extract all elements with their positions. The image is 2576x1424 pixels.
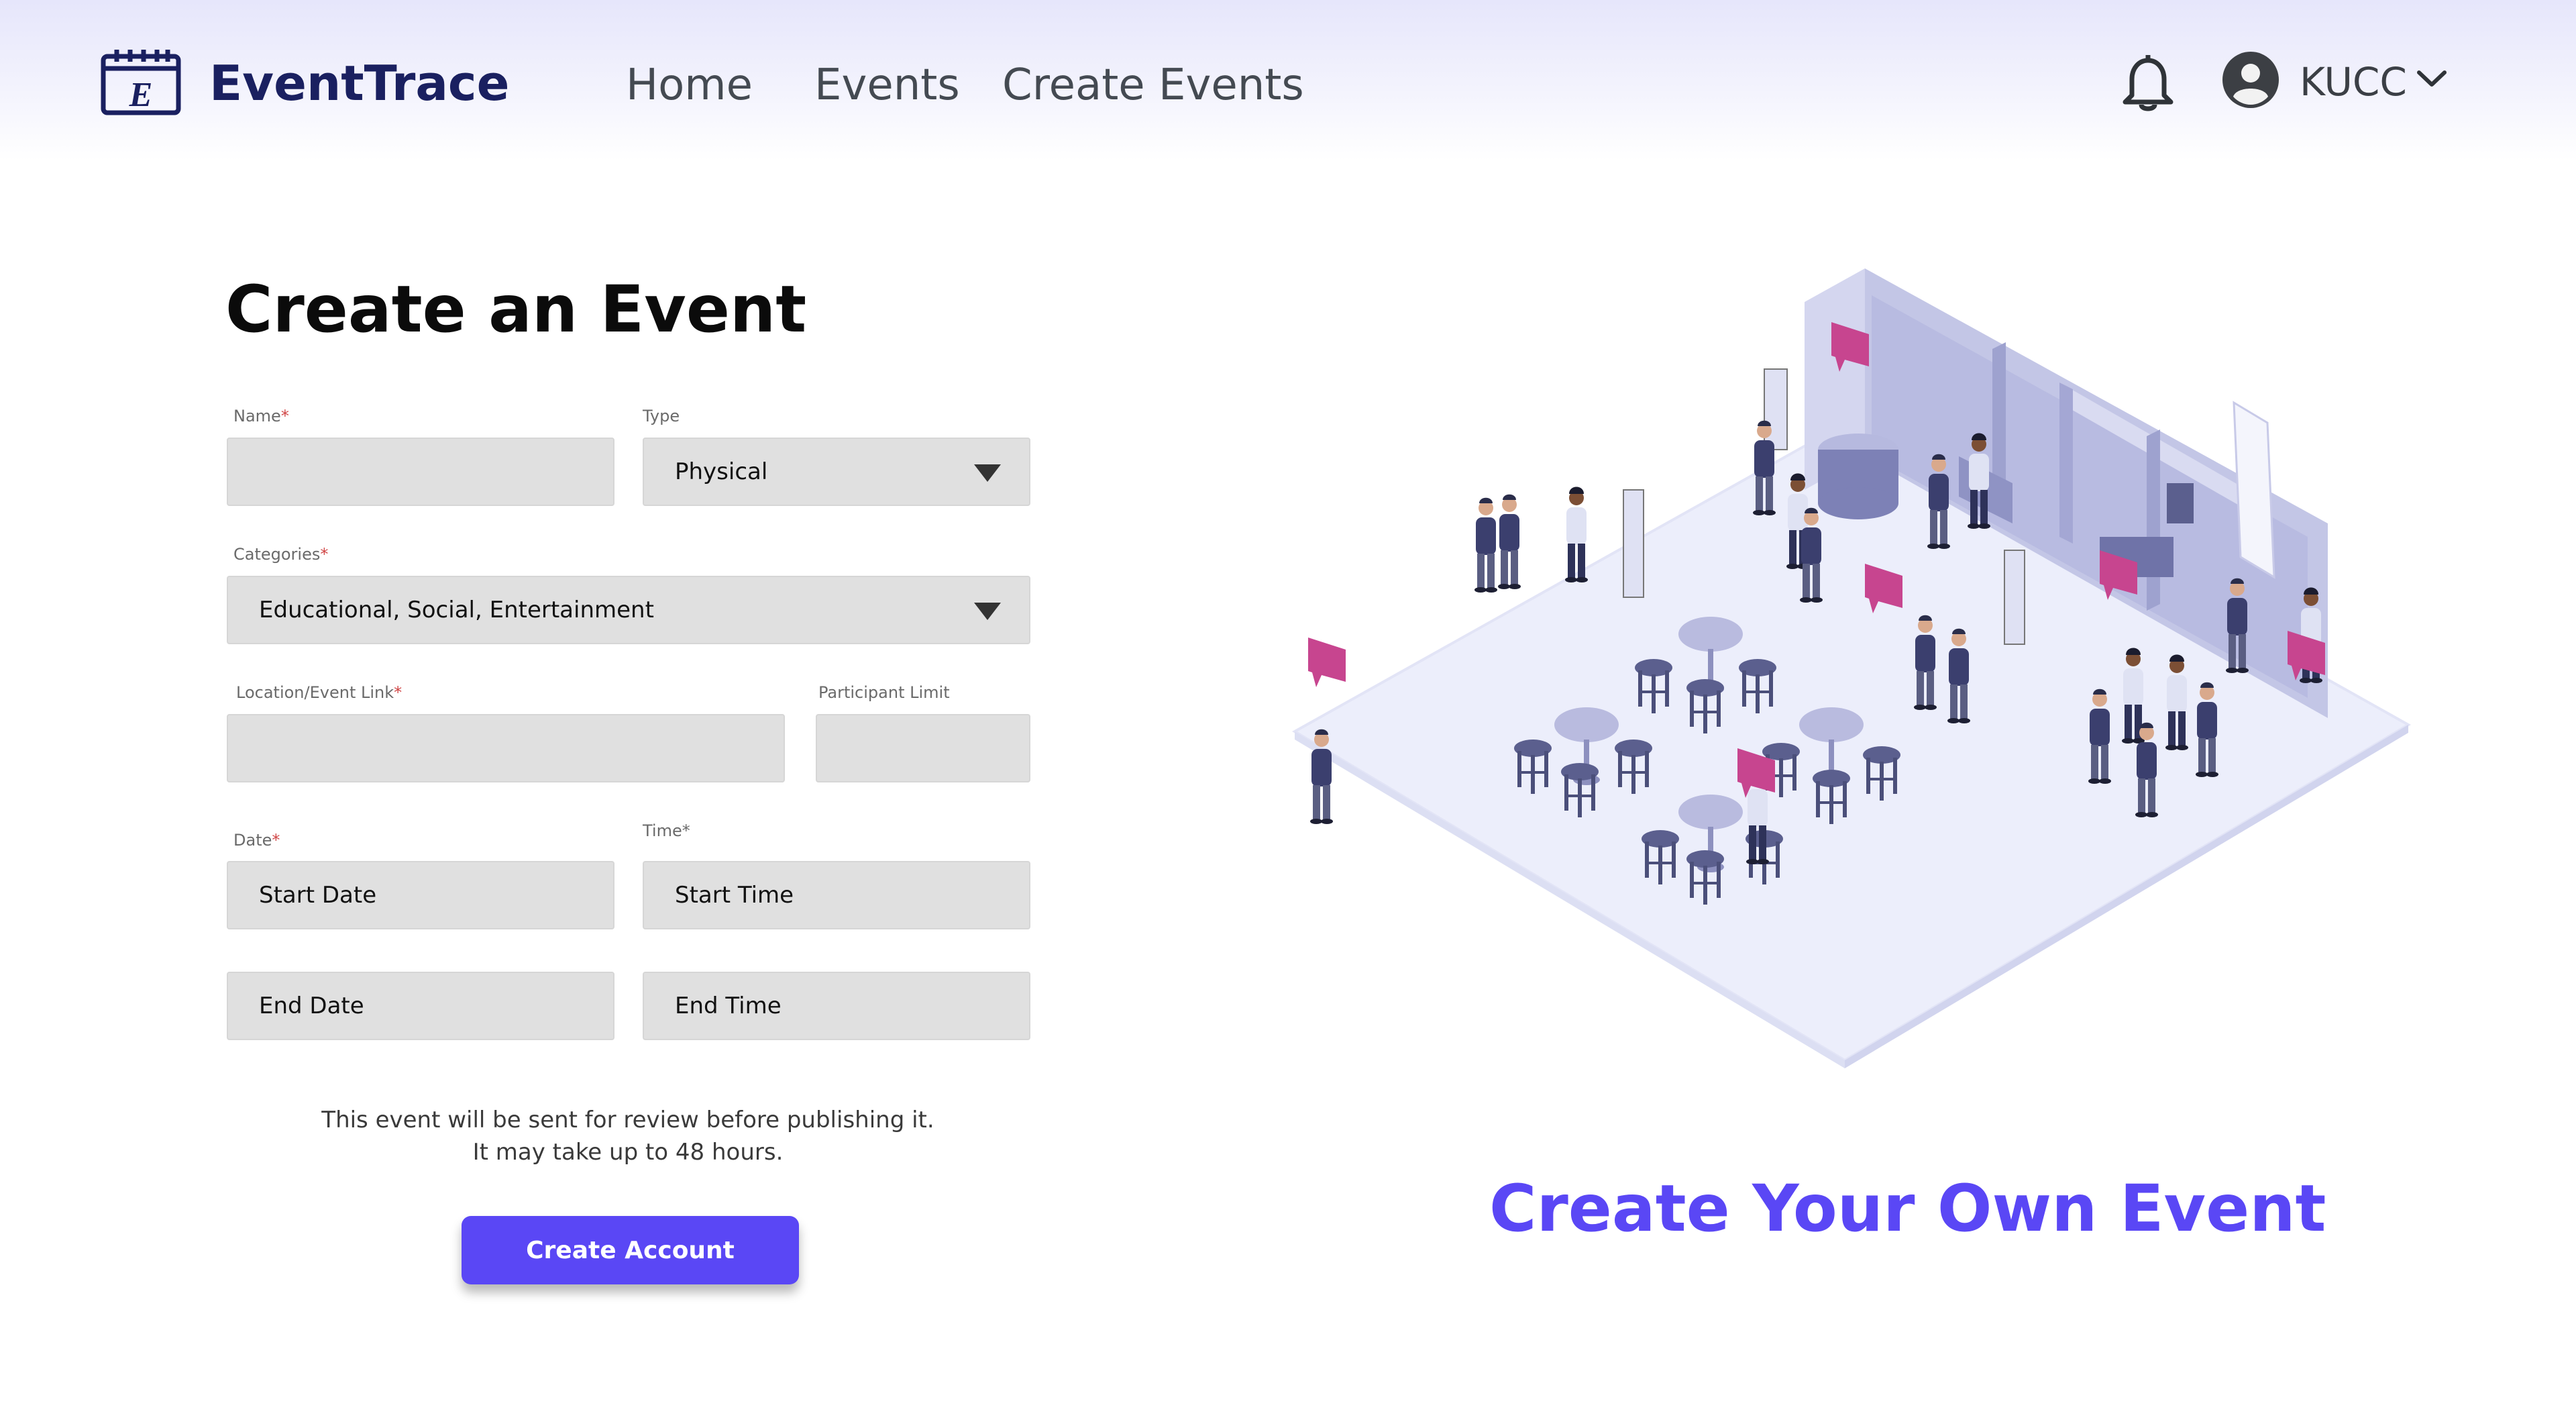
type-select[interactable]: Physical [643, 438, 1030, 506]
name-label: Name* [233, 407, 289, 425]
nav-events[interactable]: Events [814, 60, 960, 110]
page-title: Create an Event [225, 272, 807, 347]
end-time-input[interactable] [643, 972, 1030, 1040]
start-date-input[interactable] [227, 861, 614, 929]
dropdown-arrow-icon [974, 603, 1001, 620]
participant-limit-label: Participant Limit [818, 683, 950, 702]
chevron-down-icon[interactable] [2415, 66, 2449, 93]
date-label: Date* [233, 831, 280, 850]
nav-create-events[interactable]: Create Events [1002, 60, 1304, 110]
categories-value: Educational, Social, Entertainment [259, 597, 654, 623]
name-input[interactable] [227, 438, 614, 506]
time-label: Time* [643, 821, 690, 840]
dropdown-arrow-icon [974, 464, 1001, 482]
promo-heading: Create Your Own Event [1489, 1171, 2326, 1246]
user-circle-icon[interactable] [2222, 51, 2279, 109]
logo-letter: E [129, 76, 153, 114]
location-input[interactable] [227, 714, 785, 782]
participant-limit-input[interactable] [816, 714, 1030, 782]
review-note-line-2: It may take up to 48 hours. [472, 1139, 784, 1166]
bell-icon[interactable] [2120, 51, 2176, 113]
review-note-line-1: This event will be sent for review befor… [321, 1107, 934, 1133]
end-date-input[interactable] [227, 972, 614, 1040]
categories-select[interactable]: Educational, Social, Entertainment [227, 576, 1030, 644]
event-venue-illustration [1292, 268, 2411, 1068]
location-label: Location/Event Link* [236, 683, 402, 702]
type-value: Physical [675, 458, 768, 485]
brand-name[interactable]: EventTrace [209, 55, 509, 111]
user-name[interactable]: KUCC [2300, 59, 2407, 105]
calendar-icon[interactable]: E [101, 48, 181, 115]
create-account-button[interactable]: Create Account [462, 1216, 799, 1284]
categories-label: Categories* [233, 545, 329, 564]
start-time-input[interactable] [643, 861, 1030, 929]
nav-home[interactable]: Home [626, 60, 753, 110]
review-note: This event will be sent for review befor… [225, 1104, 1030, 1168]
type-label: Type [643, 407, 680, 425]
